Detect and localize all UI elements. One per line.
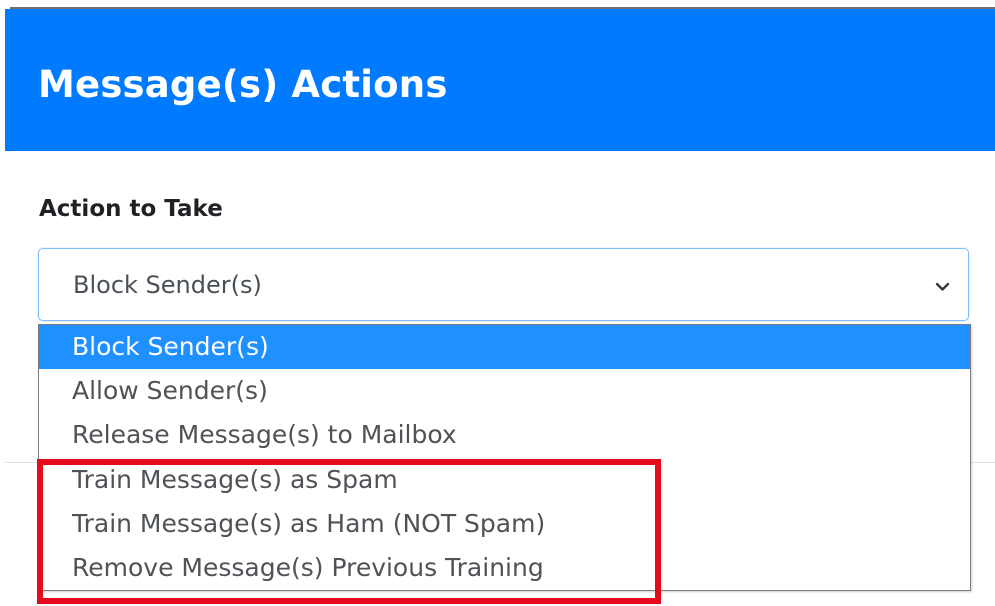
message-actions-dialog: Message(s) Actions Action to Take Block …: [0, 0, 995, 606]
dropdown-option-block-senders[interactable]: Block Sender(s): [39, 325, 970, 369]
dialog-title: Message(s) Actions: [38, 63, 448, 106]
dropdown-option-allow-senders[interactable]: Allow Sender(s): [39, 369, 970, 413]
dropdown-option-remove-training[interactable]: Remove Message(s) Previous Training: [39, 546, 970, 590]
action-dropdown-list[interactable]: Block Sender(s) Allow Sender(s) Release …: [38, 324, 971, 591]
dialog-header: Message(s) Actions: [5, 9, 995, 151]
dropdown-option-train-spam[interactable]: Train Message(s) as Spam: [39, 458, 970, 502]
chevron-down-icon: [935, 277, 950, 291]
action-select[interactable]: Block Sender(s): [38, 248, 969, 321]
top-border: [0, 0, 995, 9]
footer-divider-left: [5, 462, 38, 463]
action-to-take-label: Action to Take: [39, 196, 223, 222]
dropdown-option-release-messages[interactable]: Release Message(s) to Mailbox: [39, 413, 970, 457]
selected-action-value: Block Sender(s): [73, 271, 262, 299]
dropdown-option-train-ham[interactable]: Train Message(s) as Ham (NOT Spam): [39, 502, 970, 546]
footer-divider-right: [970, 462, 995, 463]
